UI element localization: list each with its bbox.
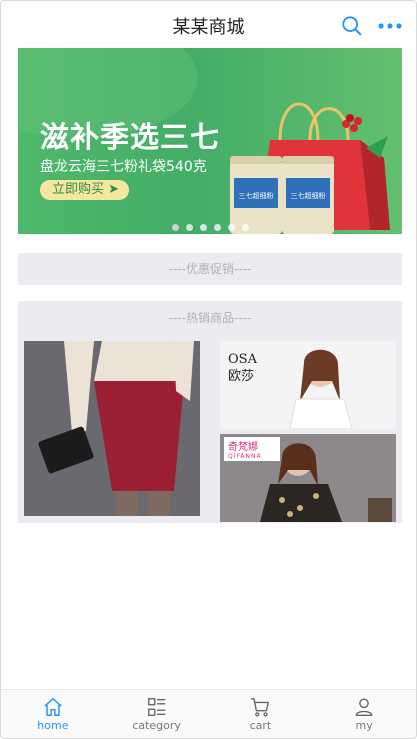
osa-brand-logo: OSA 欧莎 (228, 352, 257, 384)
hot-products-title: ----热销商品---- (168, 311, 252, 325)
app-frame: 某某商城 三七超细粉 三七超细粉 滋补季选三七 盘龙云海三七粉礼袋540克 立即… (0, 0, 417, 739)
carousel-dot[interactable] (171, 224, 179, 231)
tab-my-label: my (355, 719, 373, 732)
promotion-section: ----优惠促销---- (18, 253, 402, 285)
bottom-tab-bar: home category cart my (1, 689, 416, 738)
banner-subline: 盘龙云海三七粉礼袋540克 (40, 159, 207, 175)
tab-category[interactable]: category (105, 690, 209, 738)
tab-my[interactable]: my (312, 690, 416, 738)
qifanna-brand-logo: 奇梵娜 QIFANNA (224, 437, 280, 461)
search-icon[interactable] (341, 15, 363, 37)
product-card-skirt[interactable] (24, 341, 200, 516)
product-card-osa[interactable]: OSA 欧莎 (220, 341, 396, 429)
skirt-model-image (24, 341, 200, 516)
carousel-dot[interactable] (213, 224, 221, 231)
category-icon (147, 698, 165, 716)
tab-home[interactable]: home (1, 690, 105, 738)
hot-products-section: ----热销商品---- OSA 欧莎 奇梵娜 QIFANNA (18, 301, 402, 523)
carousel-dots (18, 224, 402, 231)
cart-icon (251, 698, 270, 717)
buy-now-button[interactable]: 立即购买 ➤ (40, 180, 130, 200)
home-icon (44, 698, 62, 716)
carousel-dot[interactable] (227, 224, 235, 231)
more-icon[interactable] (377, 15, 403, 37)
product-card-qifanna[interactable]: 奇梵娜 QIFANNA (220, 434, 396, 522)
tab-category-label: category (132, 719, 181, 732)
banner-headline: 滋补季选三七 (40, 120, 221, 154)
tab-cart-label: cart (249, 719, 272, 732)
jar-label-right: 三七超细粉 (291, 191, 326, 200)
jar-label-left: 三七超细粉 (239, 191, 274, 200)
promo-banner[interactable]: 三七超细粉 三七超细粉 滋补季选三七 盘龙云海三七粉礼袋540克 立即购买 ➤ (18, 48, 402, 234)
tab-cart[interactable]: cart (209, 690, 313, 738)
carousel-dot[interactable] (241, 224, 249, 231)
carousel-dot[interactable] (185, 224, 193, 231)
tab-home-label: home (37, 719, 69, 732)
top-bar: 某某商城 (1, 1, 416, 49)
user-icon (355, 698, 373, 716)
carousel-dot[interactable] (199, 224, 207, 231)
